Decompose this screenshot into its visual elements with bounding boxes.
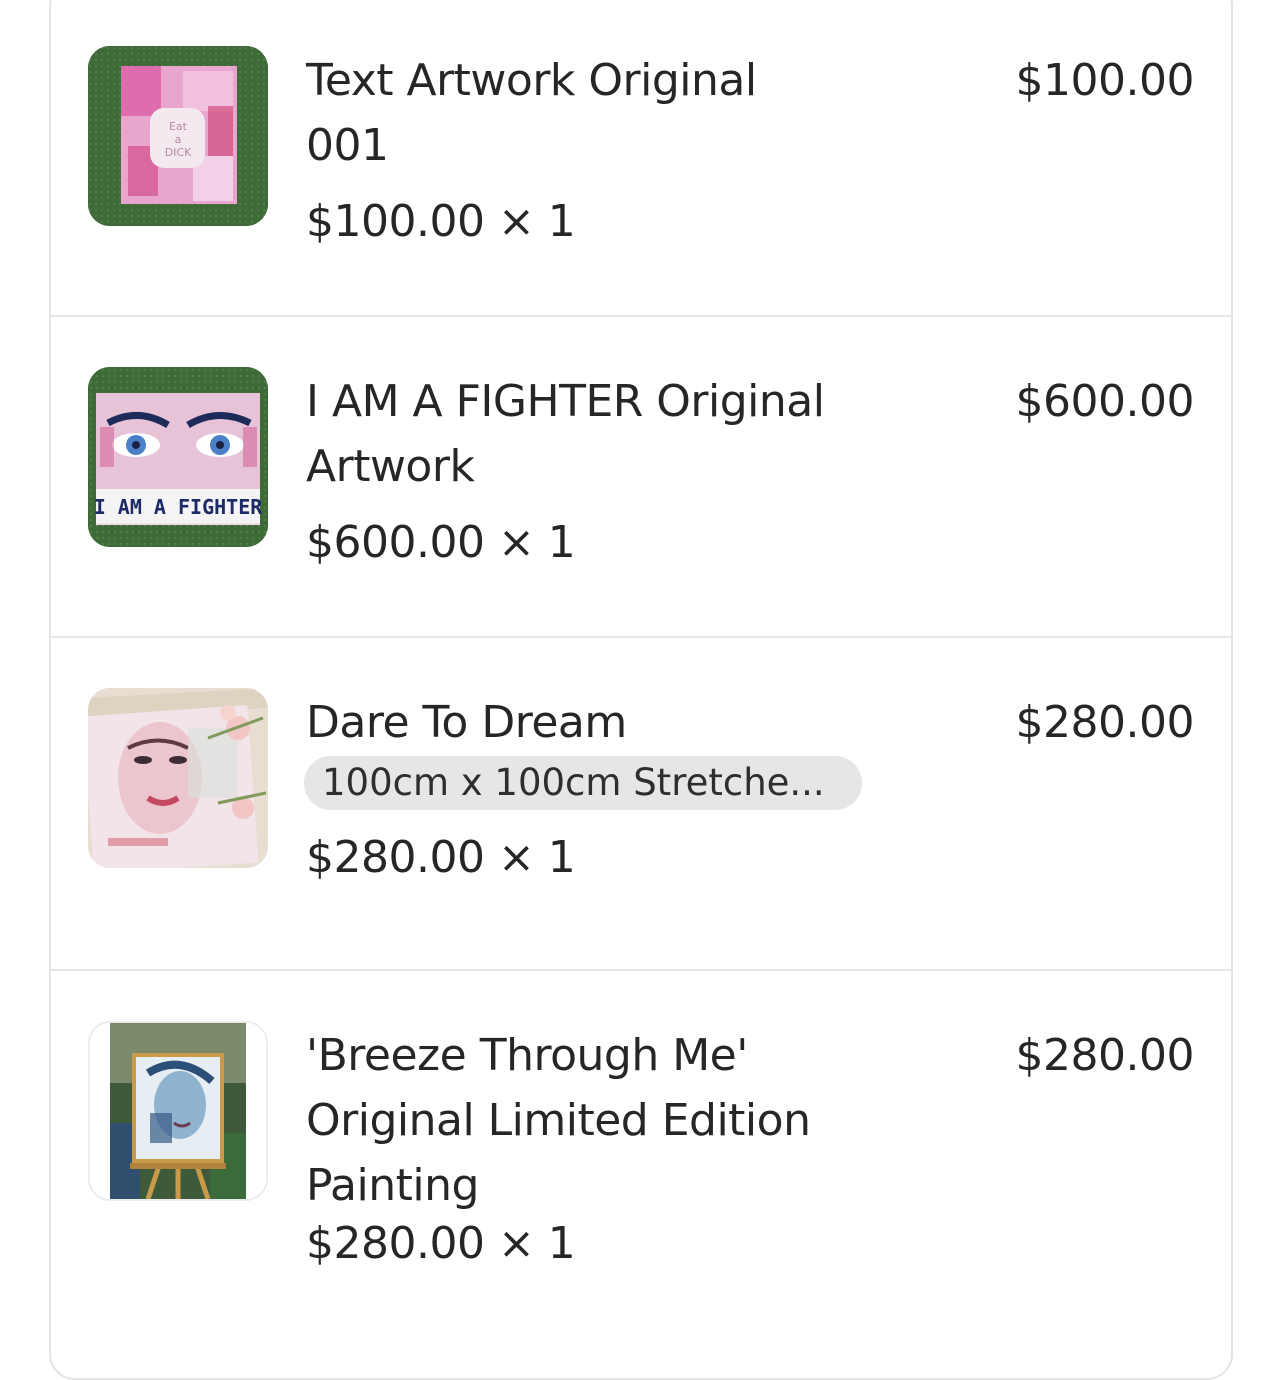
line-item: Dare To Dream 100cm x 100cm Stretche... …	[51, 638, 1231, 971]
product-title[interactable]: 'Breeze Through Me' Original Limited Edi…	[306, 1023, 906, 1218]
artwork-image	[88, 688, 268, 868]
artwork-image: I AM A FIGHTER	[88, 367, 268, 547]
product-thumbnail	[88, 1021, 268, 1201]
product-title[interactable]: Text Artwork Original 001	[306, 48, 906, 178]
line-total-price: $100.00	[1015, 55, 1195, 106]
product-title[interactable]: I AM A FIGHTER Original Artwork	[306, 369, 906, 499]
unit-price-quantity: $600.00 × 1	[306, 517, 576, 568]
artwork-image	[90, 1023, 266, 1199]
artwork-image: Eat a DICK	[88, 46, 268, 226]
product-thumbnail: Eat a DICK	[88, 46, 268, 226]
svg-text:DICK: DICK	[165, 146, 192, 159]
order-summary-card: Eat a DICK Text Artwork Original 001 $10…	[49, 0, 1233, 1380]
unit-price-quantity: $100.00 × 1	[306, 196, 576, 247]
unit-price-quantity: $280.00 × 1	[306, 832, 576, 883]
variant-badge: 100cm x 100cm Stretche...	[304, 756, 862, 810]
artwork-text: I AM A FIGHTER	[94, 495, 264, 519]
product-thumbnail: I AM A FIGHTER	[88, 367, 268, 547]
line-total-price: $600.00	[1015, 376, 1195, 427]
unit-price-quantity: $280.00 × 1	[306, 1218, 576, 1269]
line-item: 'Breeze Through Me' Original Limited Edi…	[51, 971, 1231, 1371]
product-thumbnail	[88, 688, 268, 868]
svg-text:a: a	[175, 133, 182, 146]
line-total-price: $280.00	[1015, 1030, 1195, 1081]
line-total-price: $280.00	[1015, 697, 1195, 748]
artwork-text: Eat	[169, 120, 188, 133]
line-item: Eat a DICK Text Artwork Original 001 $10…	[51, 0, 1231, 317]
product-title[interactable]: Dare To Dream	[306, 690, 906, 755]
line-item: I AM A FIGHTER I AM A FIGHTER Original A…	[51, 317, 1231, 638]
